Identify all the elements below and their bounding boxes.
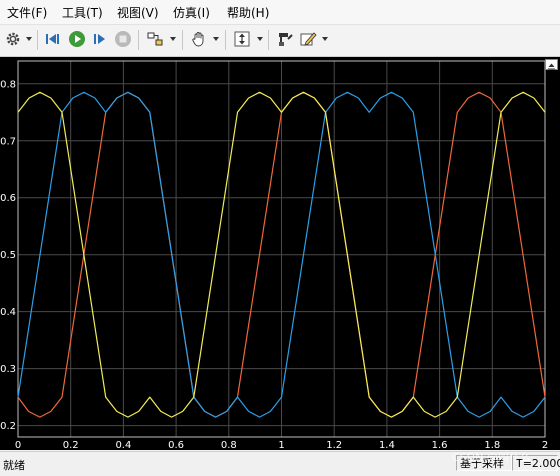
stop-icon [114, 30, 132, 51]
toolbar-separator [138, 30, 139, 50]
y-tick-label: 0.7 [0, 136, 16, 147]
y-tick-label: 0.5 [0, 250, 16, 261]
pan-button[interactable] [188, 29, 210, 51]
menu-view[interactable]: 视图(V) [117, 4, 159, 21]
autoscale-icon [233, 30, 251, 51]
menu-tools[interactable]: 工具(T) [62, 4, 103, 21]
watermark: CSDN @叫什么 [452, 451, 531, 464]
settings-dropdown-arrow[interactable] [26, 37, 32, 41]
pan-icon [190, 30, 208, 51]
edit-icon [299, 30, 317, 51]
highlight-block-button[interactable] [144, 29, 166, 51]
toolbar-separator [37, 30, 38, 50]
scope-display[interactable]: 0 0.2 0.4 0.6 0.8 1 1.2 1.4 1.6 1.8 2 0.2 0.3 0.4 0.5 0… [0, 57, 560, 451]
status-ready: 就绪 [3, 459, 25, 472]
x-tick-label: 0 [15, 440, 21, 450]
style-icon [276, 30, 294, 51]
x-tick-label: 1 [278, 440, 284, 450]
y-tick-label: 0.8 [0, 79, 16, 90]
x-tick-label: 0.4 [115, 440, 131, 450]
x-tick-label: 1.6 [432, 440, 448, 450]
scope-plot: 0 0.2 0.4 0.6 0.8 1 1.2 1.4 1.6 1.8 20.20.30.40.50… [0, 60, 548, 451]
gear-icon [5, 31, 21, 50]
highlight-dropdown-arrow[interactable] [170, 37, 176, 41]
edit-dropdown-arrow[interactable] [322, 37, 328, 41]
x-tick-label: 1.2 [326, 440, 342, 450]
style-button[interactable] [274, 29, 296, 51]
pan-dropdown-arrow[interactable] [213, 37, 219, 41]
menu-file[interactable]: 文件(F) [7, 4, 47, 21]
edit-button[interactable] [297, 29, 319, 51]
settings-button[interactable] [3, 29, 23, 51]
step-back-icon [45, 31, 63, 50]
grid-lines [17, 61, 546, 437]
run-icon [68, 30, 86, 51]
status-bar: 就绪 基于采样 T=2.000 CSDN @叫什么 [0, 451, 560, 476]
toolbar-separator [225, 30, 226, 50]
menu-simulation[interactable]: 仿真(I) [173, 4, 210, 21]
toolbar-separator [268, 30, 269, 50]
step-forward-icon [91, 31, 109, 50]
y-tick-label: 0.2 [0, 421, 16, 432]
autoscale-dropdown-arrow[interactable] [257, 37, 263, 41]
menu-help[interactable]: 帮助(H) [227, 4, 269, 21]
menu-bar: 文件(F) 工具(T) 视图(V) 仿真(I) 帮助(H) [0, 0, 560, 25]
y-tick-label: 0.4 [0, 307, 16, 318]
highlight-block-icon [146, 30, 164, 51]
toolbar [0, 25, 560, 57]
x-tick-label: 1.4 [379, 440, 395, 450]
step-back-button[interactable] [43, 29, 65, 51]
step-forward-button[interactable] [89, 29, 111, 51]
toolbar-separator [182, 30, 183, 50]
y-tick-label: 0.3 [0, 364, 16, 375]
undock-icon [548, 63, 555, 70]
undock-button[interactable] [545, 59, 558, 70]
autoscale-button[interactable] [231, 29, 253, 51]
x-tick-label: 2 [542, 440, 548, 450]
y-tick-label: 0.6 [0, 193, 16, 204]
x-tick-label: 0.6 [168, 440, 184, 450]
x-tick-label: 0.2 [63, 440, 79, 450]
x-tick-label: 0.8 [221, 440, 237, 450]
run-button[interactable] [66, 29, 88, 51]
stop-button[interactable] [112, 29, 134, 51]
